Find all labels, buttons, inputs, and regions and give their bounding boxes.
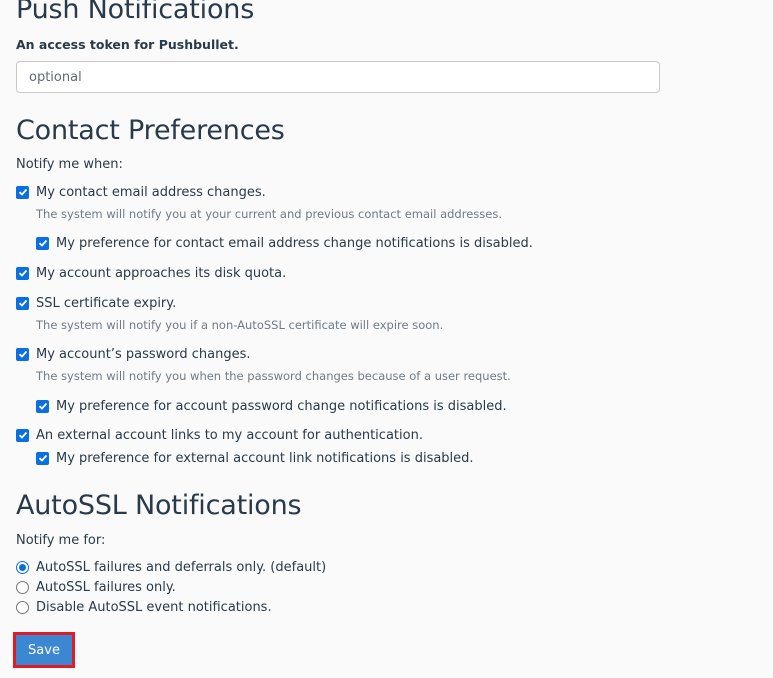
autossl-notifications-heading: AutoSSL Notifications — [16, 490, 302, 521]
radio-label: Disable AutoSSL event notifications. — [36, 599, 272, 615]
checkbox-external-link-pref-disabled[interactable]: My preference for external account link … — [36, 449, 474, 467]
notify-me-when-label: Notify me when: — [16, 157, 123, 172]
checkbox-external-account-link[interactable]: An external account links to my account … — [16, 426, 423, 444]
checkbox-label: My preference for account password chang… — [56, 398, 507, 414]
radio-selected-icon[interactable] — [16, 560, 29, 574]
contact-preferences-heading: Contact Preferences — [16, 115, 285, 146]
checkbox-contact-email-changes[interactable]: My contact email address changes. — [16, 183, 266, 201]
checkbox-label: My contact email address changes. — [36, 184, 266, 200]
help-text-contact-email: The system will notify you at your curre… — [36, 207, 502, 221]
radio-disable-notifications[interactable]: Disable AutoSSL event notifications. — [16, 598, 272, 616]
checkbox-checked-icon[interactable] — [16, 185, 29, 199]
checkbox-label: My preference for contact email address … — [56, 235, 533, 251]
pushbullet-token-label: An access token for Pushbullet. — [16, 37, 239, 52]
pushbullet-token-input[interactable] — [16, 61, 660, 93]
notify-me-for-label: Notify me for: — [16, 533, 106, 548]
checkbox-ssl-expiry[interactable]: SSL certificate expiry. — [16, 294, 176, 312]
checkbox-checked-icon[interactable] — [16, 428, 29, 442]
checkbox-checked-icon[interactable] — [36, 451, 49, 465]
help-text-password-changes: The system will notify you when the pass… — [36, 369, 511, 383]
save-button-highlight: Save — [13, 632, 75, 668]
checkbox-checked-icon[interactable] — [16, 266, 29, 280]
checkbox-password-pref-disabled[interactable]: My preference for account password chang… — [36, 397, 507, 415]
radio-unselected-icon[interactable] — [16, 580, 29, 594]
checkbox-disk-quota[interactable]: My account approaches its disk quota. — [16, 264, 286, 282]
checkbox-label: My account’s password changes. — [36, 346, 251, 362]
radio-label: AutoSSL failures only. — [36, 579, 176, 595]
checkbox-label: My preference for external account link … — [56, 450, 474, 466]
checkbox-label: An external account links to my account … — [36, 427, 423, 443]
checkbox-label: My account approaches its disk quota. — [36, 265, 287, 281]
radio-label: AutoSSL failures and deferrals only. (de… — [36, 559, 327, 575]
push-notifications-heading: Push Notifications — [16, 0, 255, 25]
checkbox-contact-email-pref-disabled[interactable]: My preference for contact email address … — [36, 234, 533, 252]
checkbox-checked-icon[interactable] — [36, 399, 49, 413]
radio-failures-only[interactable]: AutoSSL failures only. — [16, 578, 176, 596]
radio-unselected-icon[interactable] — [16, 600, 29, 614]
checkbox-label: SSL certificate expiry. — [36, 295, 177, 311]
help-text-ssl-expiry: The system will notify you if a non-Auto… — [36, 318, 444, 332]
checkbox-checked-icon[interactable] — [36, 236, 49, 250]
checkbox-password-changes[interactable]: My account’s password changes. — [16, 345, 250, 363]
radio-failures-and-deferrals[interactable]: AutoSSL failures and deferrals only. (de… — [16, 558, 326, 576]
checkbox-checked-icon[interactable] — [16, 296, 29, 310]
save-button[interactable]: Save — [16, 635, 72, 665]
checkbox-checked-icon[interactable] — [16, 347, 29, 361]
